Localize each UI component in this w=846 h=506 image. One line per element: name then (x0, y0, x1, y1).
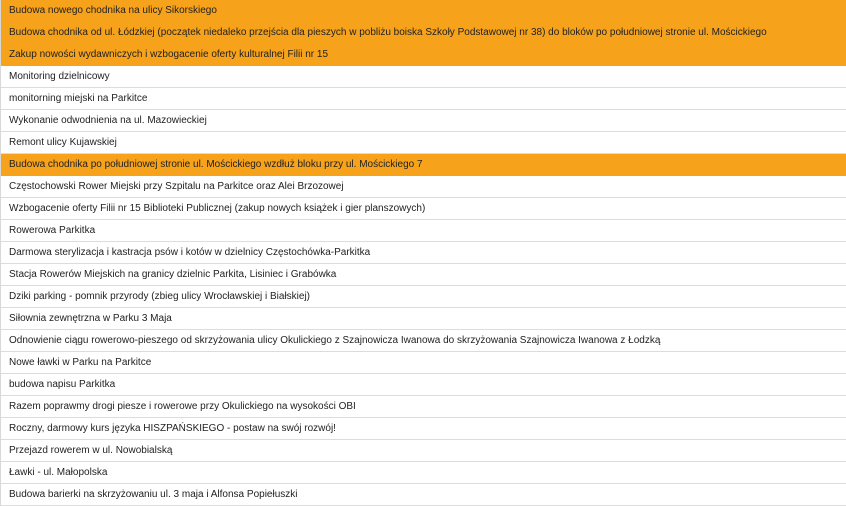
project-row[interactable]: Remont ulicy Kujawskiej (1, 132, 846, 154)
project-title: Remont ulicy Kujawskiej (9, 137, 117, 148)
project-row[interactable]: Budowa chodnika po południowej stronie u… (1, 154, 846, 176)
project-title: Ławki - ul. Małopolska (9, 467, 108, 478)
project-title: Roczny, darmowy kurs języka HISZPAŃSKIEG… (9, 423, 336, 434)
project-row[interactable]: Dziki parking - pomnik przyrody (zbieg u… (1, 286, 846, 308)
project-title: Siłownia zewnętrzna w Parku 3 Maja (9, 313, 172, 324)
project-title: Wzbogacenie oferty Filii nr 15 Bibliotek… (9, 203, 426, 214)
project-title: Rowerowa Parkitka (9, 225, 96, 236)
project-row[interactable]: Siłownia zewnętrzna w Parku 3 Maja (1, 308, 846, 330)
project-title: Razem poprawmy drogi piesze i rowerowe p… (9, 401, 356, 412)
project-title: budowa napisu Parkitka (9, 379, 116, 390)
project-row[interactable]: Budowa nowego chodnika na ulicy Sikorski… (1, 0, 846, 22)
project-row[interactable]: Stacja Rowerów Miejskich na granicy dzie… (1, 264, 846, 286)
project-row[interactable]: Budowa chodnika od ul. Łódzkiej (począte… (1, 22, 846, 44)
project-row[interactable]: monitorning miejski na Parkitce (1, 88, 846, 110)
project-row[interactable]: budowa napisu Parkitka (1, 374, 846, 396)
project-row[interactable]: Zakup nowości wydawniczych i wzbogacenie… (1, 44, 846, 66)
project-title: Stacja Rowerów Miejskich na granicy dzie… (9, 269, 337, 280)
project-row[interactable]: Przejazd rowerem w ul. Nowobialską (1, 440, 846, 462)
project-row[interactable]: Odnowienie ciągu rowerowo-pieszego od sk… (1, 330, 846, 352)
project-title: Budowa nowego chodnika na ulicy Sikorski… (9, 5, 217, 16)
project-title: Budowa chodnika od ul. Łódzkiej (począte… (9, 27, 767, 38)
project-row[interactable]: Częstochowski Rower Miejski przy Szpital… (1, 176, 846, 198)
project-title: Darmowa sterylizacja i kastracja psów i … (9, 247, 371, 258)
project-list: Budowa nowego chodnika na ulicy Sikorski… (0, 0, 846, 506)
project-row[interactable]: Roczny, darmowy kurs języka HISZPAŃSKIEG… (1, 418, 846, 440)
project-title: Przejazd rowerem w ul. Nowobialską (9, 445, 173, 456)
project-row[interactable]: Razem poprawmy drogi piesze i rowerowe p… (1, 396, 846, 418)
project-row[interactable]: Budowa barierki na skrzyżowaniu ul. 3 ma… (1, 484, 846, 506)
project-title: Wykonanie odwodnienia na ul. Mazowieckie… (9, 115, 207, 126)
project-title: Budowa barierki na skrzyżowaniu ul. 3 ma… (9, 489, 298, 500)
project-row[interactable]: Ławki - ul. Małopolska (1, 462, 846, 484)
project-title: Zakup nowości wydawniczych i wzbogacenie… (9, 49, 329, 60)
project-title: Dziki parking - pomnik przyrody (zbieg u… (9, 291, 311, 302)
project-title: Budowa chodnika po południowej stronie u… (9, 159, 423, 170)
project-row[interactable]: Nowe ławki w Parku na Parkitce (1, 352, 846, 374)
project-row[interactable]: Rowerowa Parkitka (1, 220, 846, 242)
project-title: Monitoring dzielnicowy (9, 71, 110, 82)
project-title: Częstochowski Rower Miejski przy Szpital… (9, 181, 344, 192)
project-row[interactable]: Wzbogacenie oferty Filii nr 15 Bibliotek… (1, 198, 846, 220)
project-title: Odnowienie ciągu rowerowo-pieszego od sk… (9, 335, 661, 346)
project-title: Nowe ławki w Parku na Parkitce (9, 357, 152, 368)
project-row[interactable]: Wykonanie odwodnienia na ul. Mazowieckie… (1, 110, 846, 132)
project-row[interactable]: Darmowa sterylizacja i kastracja psów i … (1, 242, 846, 264)
project-title: monitorning miejski na Parkitce (9, 93, 148, 104)
project-row[interactable]: Monitoring dzielnicowy (1, 66, 846, 88)
